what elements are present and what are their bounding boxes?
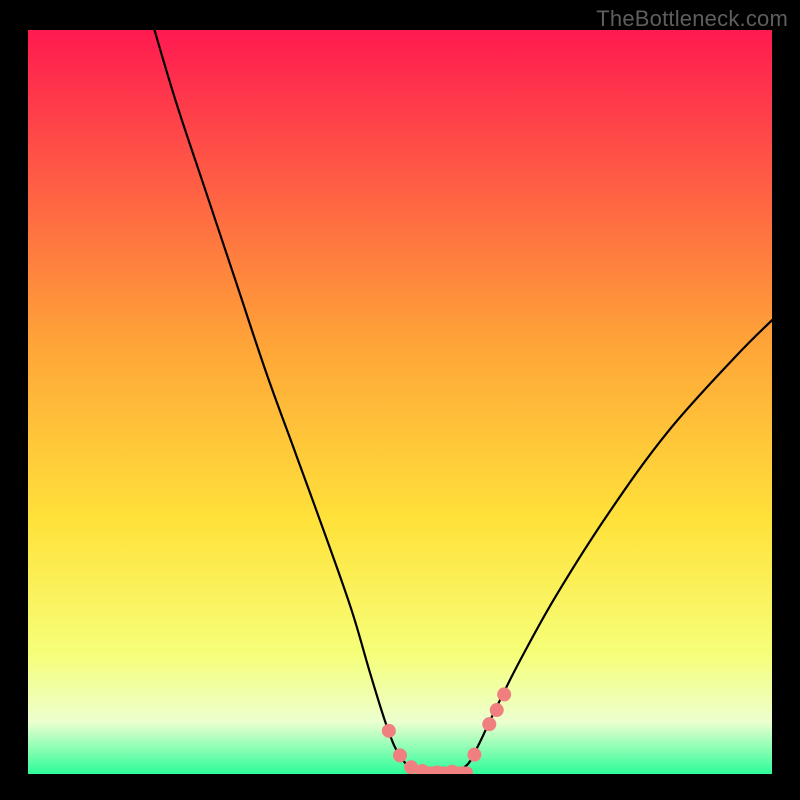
bottleneck-plot xyxy=(28,30,772,774)
attribution-label: TheBottleneck.com xyxy=(596,6,788,32)
marker-dot xyxy=(498,688,511,701)
marker-dot xyxy=(394,749,407,762)
marker-dot xyxy=(431,766,444,774)
chart-frame: TheBottleneck.com xyxy=(0,0,800,800)
marker-dot xyxy=(468,748,481,761)
marker-dot xyxy=(446,765,459,774)
plot-background xyxy=(28,30,772,774)
marker-dot xyxy=(416,765,429,774)
marker-dot xyxy=(483,718,496,731)
marker-dot xyxy=(382,724,395,737)
marker-dot xyxy=(490,704,503,717)
